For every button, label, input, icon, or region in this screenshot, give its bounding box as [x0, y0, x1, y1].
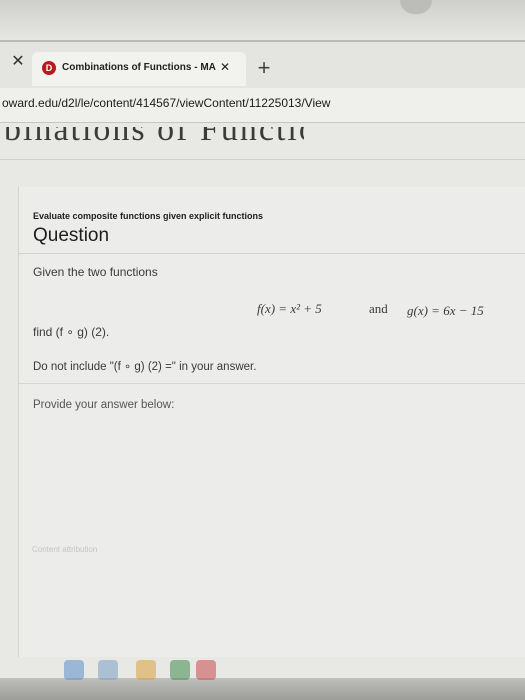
page-content: binations of Functions Evaluate composit…	[0, 123, 525, 678]
divider	[19, 383, 525, 384]
file-explorer-icon[interactable]	[98, 660, 118, 680]
tab-title: Combinations of Functions - MA	[62, 62, 216, 73]
taskbar	[0, 678, 525, 700]
edge-icon[interactable]	[64, 660, 84, 680]
question-card: Evaluate composite functions given expli…	[18, 187, 525, 657]
address-bar[interactable]: oward.edu/d2l/le/content/414567/viewCont…	[0, 88, 525, 123]
folder-icon[interactable]	[136, 660, 156, 680]
url-text[interactable]: oward.edu/d2l/le/content/414567/viewCont…	[2, 96, 330, 110]
instruction-text: Do not include "(f ∘ g) (2) =" in your a…	[33, 361, 257, 373]
page-title: binations of Functions	[4, 127, 304, 151]
tab-close-icon[interactable]: ✕	[220, 60, 230, 74]
answer-prompt: Provide your answer below:	[33, 399, 175, 411]
function-g: g(x) = 6x − 15	[407, 303, 484, 318]
question-subtitle: Evaluate composite functions given expli…	[33, 211, 264, 221]
divider	[19, 253, 525, 254]
monitor-bezel	[0, 0, 525, 40]
divider	[0, 159, 525, 160]
find-text: find (f ∘ g) (2).	[33, 325, 110, 339]
store-icon[interactable]	[170, 660, 190, 680]
and-word: and	[369, 301, 388, 316]
page-title-text: binations of Functions	[4, 127, 304, 148]
function-f: f(x) = x² + 5	[257, 301, 322, 316]
question-heading: Question	[33, 225, 110, 246]
d2l-favicon-icon: D	[42, 61, 56, 75]
browser-tab[interactable]: D Combinations of Functions - MA ✕	[32, 52, 246, 86]
new-tab-button[interactable]: +	[252, 56, 276, 80]
question-prompt: Given the two functions	[33, 265, 158, 279]
close-icon[interactable]: ✕	[10, 54, 26, 70]
content-attribution-link[interactable]: Content attribution	[32, 545, 97, 554]
chrome-icon[interactable]	[196, 660, 216, 680]
